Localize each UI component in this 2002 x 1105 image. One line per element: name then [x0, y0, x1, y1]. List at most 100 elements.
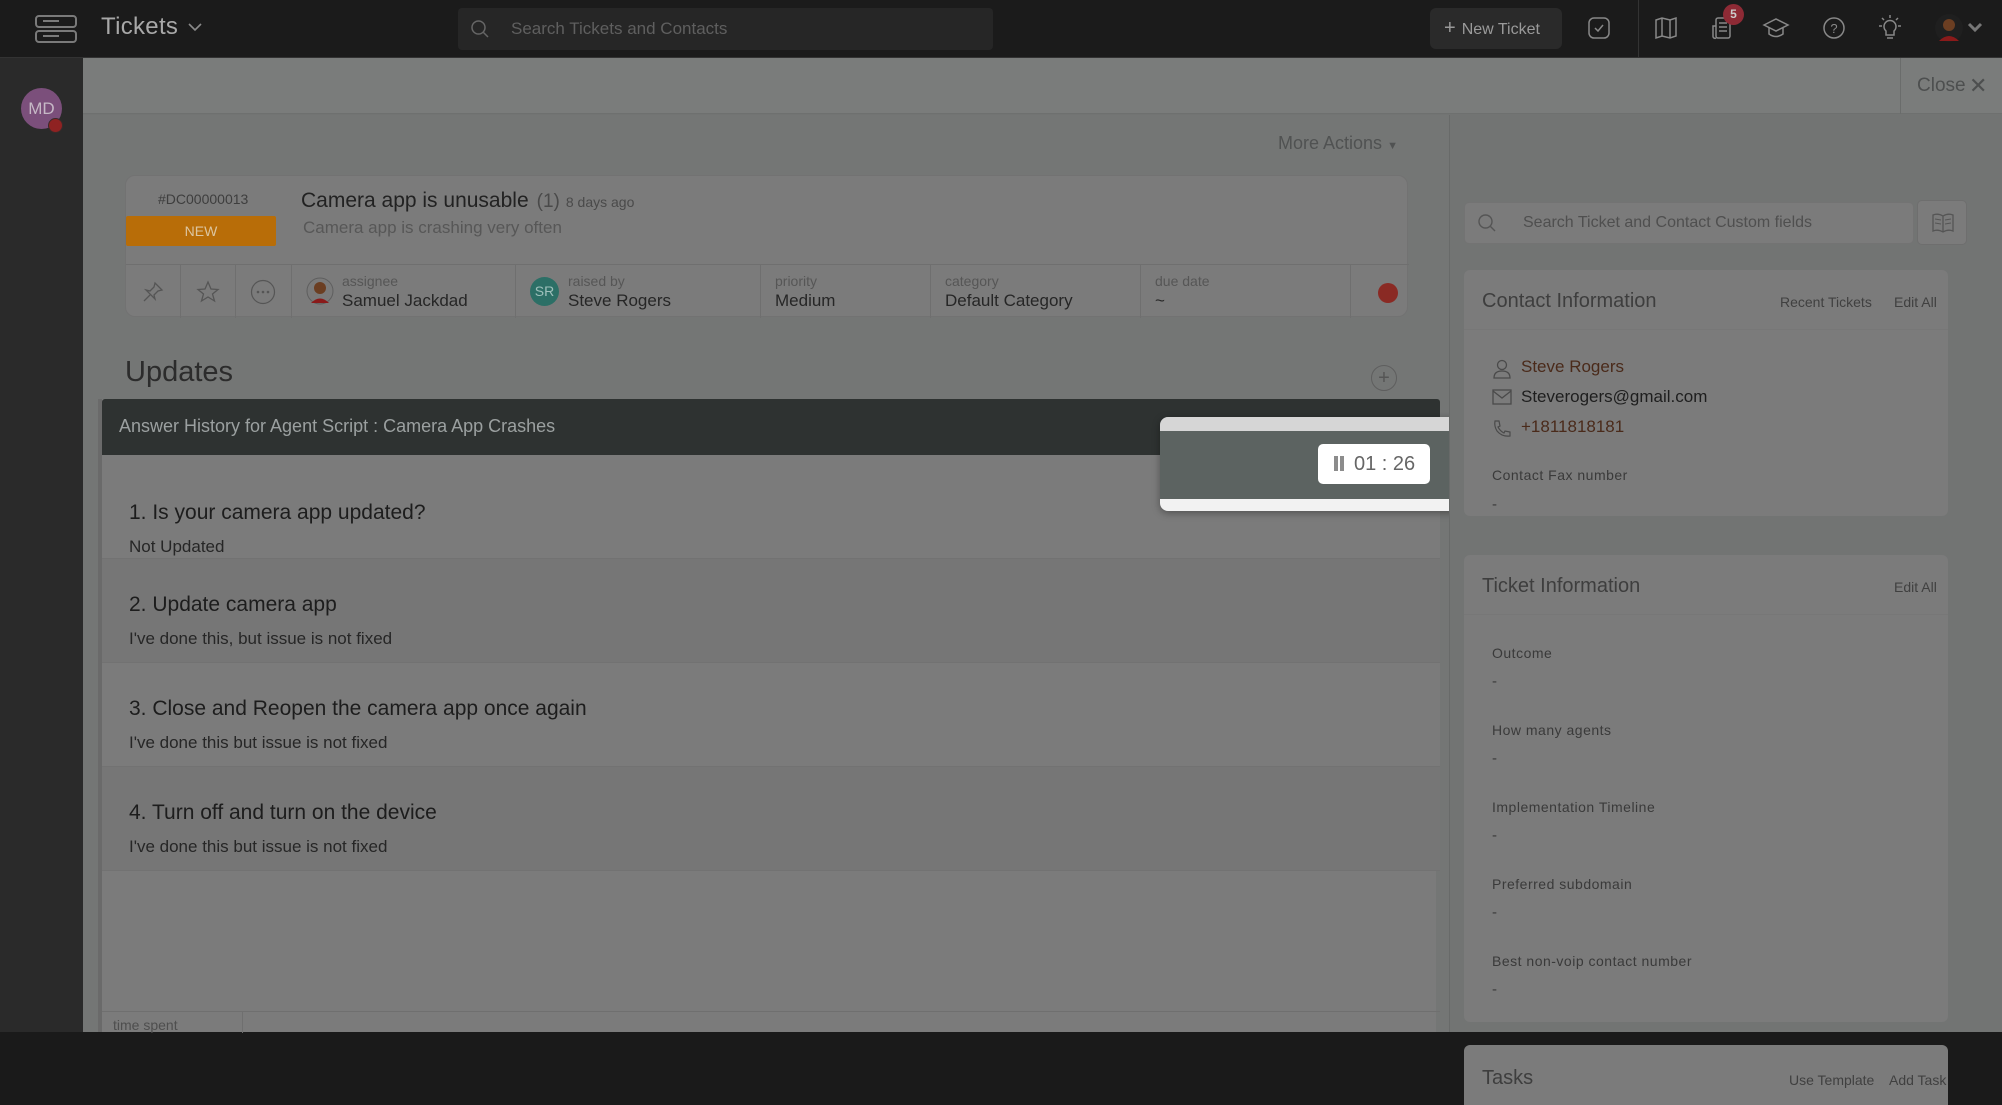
star-icon [196, 280, 220, 303]
contact-info-title: Contact Information [1482, 290, 1657, 312]
app-title[interactable]: Tickets [101, 13, 178, 41]
ticket-information-panel: Ticket Information Edit All Outcome - Ho… [1464, 555, 1948, 1022]
record-indicator[interactable] [1351, 265, 1409, 318]
new-ticket-button[interactable]: + New Ticket [1430, 8, 1562, 49]
due-date-value: ~ [1155, 291, 1165, 310]
timer-control[interactable]: 01 : 26 [1318, 444, 1430, 484]
record-dot-icon [1378, 283, 1398, 303]
ellipsis-icon [250, 279, 276, 305]
plus-icon: + [1444, 17, 1456, 39]
status-badge[interactable]: NEW [126, 216, 276, 246]
phone-icon [1494, 420, 1511, 437]
help-icon[interactable]: ? [1820, 14, 1848, 42]
pin-icon [143, 281, 164, 302]
contact-number-label: Best non-voip contact number [1492, 953, 1692, 969]
script-question: 1. Is your camera app updated? [129, 501, 426, 524]
ticket-description: Camera app is crashing very often [303, 218, 562, 237]
search-placeholder: Search Tickets and Contacts [511, 19, 728, 38]
graduation-cap-icon[interactable] [1762, 14, 1790, 42]
time-spent-field[interactable]: time spent [102, 1011, 1440, 1033]
lightbulb-icon[interactable] [1876, 14, 1904, 42]
toolbar-divider [1638, 0, 1639, 58]
caret-down-icon: ▼ [1387, 140, 1398, 152]
time-spent-label: time spent [113, 1017, 178, 1033]
contact-fax-label: Contact Fax number [1492, 467, 1628, 483]
script-answer: I've done this but issue is not fixed [129, 733, 388, 752]
more-options-button[interactable] [236, 265, 292, 318]
book-icon [1932, 213, 1954, 233]
email-icon [1492, 389, 1512, 405]
pause-icon[interactable] [1334, 456, 1344, 471]
script-panel-title: Answer History for Agent Script : Camera… [119, 416, 556, 436]
right-sidebar: Search Ticket and Contact Custom fields … [1449, 115, 2002, 1105]
due-date-label: due date [1155, 273, 1210, 289]
subject-text: Camera app is unusable [301, 189, 529, 212]
raised-by-field[interactable]: SR raised by Steve Rogers [516, 265, 761, 318]
panel-header: Ticket Information Edit All [1464, 555, 1948, 615]
notification-badge: 5 [1723, 4, 1744, 25]
new-ticket-label: New Ticket [1461, 21, 1540, 38]
script-question: 4. Turn off and turn on the device [129, 801, 437, 824]
assignee-avatar [306, 277, 334, 305]
ticket-detail-view: Close ✕ More Actions ▼ #DC00000013 NEW Ca… [83, 58, 2002, 1105]
category-value: Default Category [945, 291, 1073, 310]
chevron-down-icon[interactable] [186, 18, 204, 36]
script-question: 3. Close and Reopen the camera app once … [129, 697, 587, 720]
menu-icon[interactable] [34, 14, 78, 44]
timer-popup: 01 : 26 [1160, 417, 1463, 511]
edit-all-contact-link[interactable]: Edit All [1894, 294, 1937, 310]
ticket-info-title: Ticket Information [1482, 575, 1641, 597]
contact-number-value[interactable]: - [1492, 981, 1497, 998]
pin-button[interactable] [126, 265, 181, 318]
contact-phone[interactable]: +1811818181 [1521, 417, 1624, 437]
knowledge-base-button[interactable] [1917, 200, 1967, 245]
preferred-subdomain-label: Preferred subdomain [1492, 876, 1633, 892]
script-answer-item: 2. Update camera app I've done this, but… [102, 559, 1440, 663]
custom-fields-search-input[interactable]: Search Ticket and Contact Custom fields [1464, 202, 1914, 244]
assignee-value: Samuel Jackdad [342, 291, 468, 310]
script-question: 2. Update camera app [129, 593, 337, 616]
agents-count-value[interactable]: - [1492, 750, 1497, 767]
close-button[interactable]: Close ✕ [1900, 58, 2002, 114]
close-label: Close [1917, 75, 1966, 96]
task-check-icon[interactable] [1585, 14, 1613, 42]
script-answer-item: 3. Close and Reopen the camera app once … [102, 663, 1440, 767]
use-template-link[interactable]: Use Template [1789, 1072, 1874, 1088]
due-date-field[interactable]: due date ~ [1141, 265, 1351, 318]
panel-header: Contact Information Recent Tickets Edit … [1464, 270, 1948, 330]
add-task-link[interactable]: Add Task [1889, 1072, 1946, 1088]
contact-email: Steverogers@gmail.com [1521, 387, 1708, 406]
more-actions-dropdown[interactable]: More Actions ▼ [1278, 133, 1398, 154]
ticket-id: #DC00000013 [158, 191, 249, 207]
custom-fields-search-placeholder: Search Ticket and Contact Custom fields [1523, 214, 1813, 231]
script-answer: I've done this, but issue is not fixed [129, 629, 393, 648]
script-answer-item: 4. Turn off and turn on the device I've … [102, 767, 1440, 871]
global-search-input[interactable]: Search Tickets and Contacts [458, 8, 993, 50]
user-avatar[interactable] [1934, 13, 1964, 43]
contact-name[interactable]: Steve Rogers [1521, 357, 1624, 377]
ticket-age: 8 days ago [565, 194, 635, 210]
star-button[interactable] [181, 265, 236, 318]
raised-by-label: raised by [568, 273, 625, 289]
priority-label: priority [775, 273, 818, 289]
preferred-subdomain-value[interactable]: - [1492, 904, 1497, 921]
chevron-down-icon[interactable] [1966, 18, 1984, 36]
assignee-label: assignee [342, 273, 399, 289]
raised-by-avatar: SR [530, 277, 559, 306]
edit-all-ticket-link[interactable]: Edit All [1894, 579, 1937, 595]
implementation-timeline-value[interactable]: - [1492, 827, 1497, 844]
script-answer: I've done this but issue is not fixed [129, 837, 388, 856]
recent-tickets-link[interactable]: Recent Tickets [1780, 294, 1872, 310]
thread-count: (1) [536, 191, 560, 212]
top-bar: Tickets Search Tickets and Contacts + New… [0, 0, 2002, 58]
category-field[interactable]: category Default Category [931, 265, 1141, 318]
map-icon[interactable] [1652, 14, 1680, 42]
outcome-value[interactable]: - [1492, 673, 1497, 690]
category-label: category [945, 273, 999, 289]
priority-field[interactable]: priority Medium [761, 265, 931, 318]
assignee-field[interactable]: assignee Samuel Jackdad [292, 265, 516, 318]
ticket-properties-row: assignee Samuel Jackdad SR raised by Ste… [126, 264, 1409, 318]
close-bar: Close ✕ [83, 58, 2002, 114]
add-update-button[interactable]: + [1371, 365, 1397, 391]
raised-by-value: Steve Rogers [568, 291, 671, 310]
